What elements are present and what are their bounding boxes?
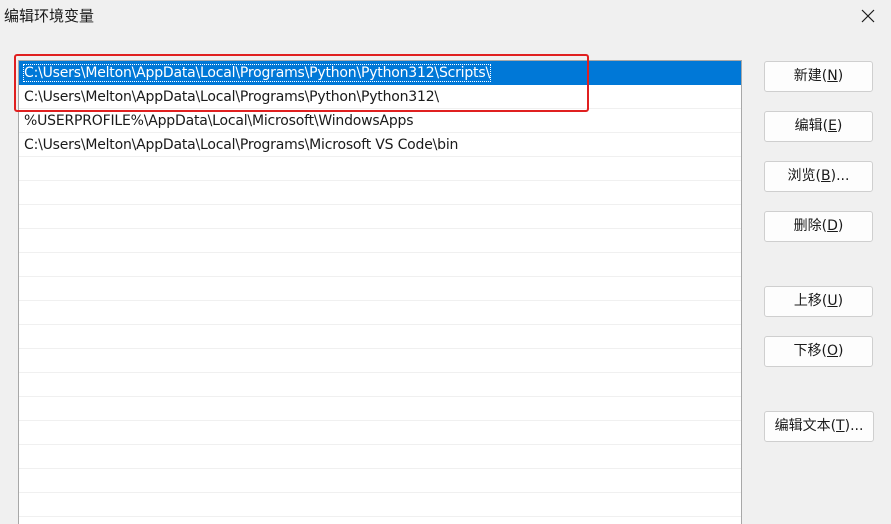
browse-button-mnemonic: B (821, 168, 831, 184)
empty-row[interactable] (19, 205, 741, 229)
list-item[interactable]: C:\Users\Melton\AppData\Local\Programs\P… (19, 85, 741, 109)
delete-button-suffix: ) (837, 218, 844, 234)
list-item-value: C:\Users\Melton\AppData\Local\Programs\P… (23, 64, 491, 82)
edit-text-button[interactable]: 编辑文本(T)... (764, 411, 874, 442)
edit-button[interactable]: 编辑(E) (764, 111, 873, 142)
close-button[interactable] (845, 0, 891, 32)
empty-row[interactable] (19, 157, 741, 181)
move-down-button-mnemonic: O (826, 343, 839, 359)
empty-row[interactable] (19, 325, 741, 349)
close-icon (861, 9, 875, 23)
new-button-mnemonic: N (827, 68, 838, 84)
browse-button-label: 浏览( (787, 168, 822, 184)
browse-button-suffix: )... (830, 168, 850, 184)
empty-row[interactable] (19, 277, 741, 301)
edit-environment-variable-dialog: 编辑环境变量 C:\Users\Melton\AppData\Local\Pro… (0, 0, 891, 524)
list-item[interactable]: %USERPROFILE%\AppData\Local\Microsoft\Wi… (19, 109, 741, 133)
window-title: 编辑环境变量 (4, 7, 95, 25)
list-item-value: %USERPROFILE%\AppData\Local\Microsoft\Wi… (24, 113, 414, 129)
move-down-button[interactable]: 下移(O) (764, 336, 873, 367)
browse-button[interactable]: 浏览(B)... (764, 161, 873, 192)
edit-button-label: 编辑( (794, 118, 829, 134)
empty-row[interactable] (19, 493, 741, 517)
edit-button-suffix: ) (836, 118, 843, 134)
move-up-button-mnemonic: U (827, 293, 838, 309)
edit-text-button-label: 编辑文本( (774, 418, 837, 434)
empty-row[interactable] (19, 445, 741, 469)
edit-text-button-mnemonic: T (836, 418, 845, 434)
delete-button-label: 删除( (793, 218, 828, 234)
delete-button[interactable]: 删除(D) (764, 211, 873, 242)
move-up-button-suffix: ) (837, 293, 844, 309)
new-button-suffix: ) (837, 68, 844, 84)
move-up-button[interactable]: 上移(U) (764, 286, 873, 317)
empty-row[interactable] (19, 397, 741, 421)
list-item[interactable]: C:\Users\Melton\AppData\Local\Programs\P… (19, 61, 741, 85)
empty-row[interactable] (19, 301, 741, 325)
empty-row[interactable] (19, 253, 741, 277)
new-button[interactable]: 新建(N) (764, 61, 873, 92)
path-list[interactable]: C:\Users\Melton\AppData\Local\Programs\P… (18, 60, 742, 524)
list-item-value: C:\Users\Melton\AppData\Local\Programs\M… (24, 137, 459, 153)
edit-text-button-suffix: )... (844, 418, 864, 434)
empty-row[interactable] (19, 229, 741, 253)
list-item-value: C:\Users\Melton\AppData\Local\Programs\P… (24, 89, 439, 105)
empty-row[interactable] (19, 349, 741, 373)
title-bar: 编辑环境变量 (0, 0, 891, 34)
empty-row[interactable] (19, 517, 741, 524)
edit-button-mnemonic: E (828, 118, 837, 134)
move-down-button-label: 下移( (793, 343, 827, 359)
move-down-button-suffix: ) (838, 343, 844, 359)
empty-row[interactable] (19, 421, 741, 445)
move-up-button-label: 上移( (793, 293, 828, 309)
empty-row[interactable] (19, 373, 741, 397)
empty-row[interactable] (19, 181, 741, 205)
list-item[interactable]: C:\Users\Melton\AppData\Local\Programs\M… (19, 133, 741, 157)
delete-button-mnemonic: D (827, 218, 838, 234)
new-button-label: 新建( (793, 68, 828, 84)
empty-row[interactable] (19, 469, 741, 493)
